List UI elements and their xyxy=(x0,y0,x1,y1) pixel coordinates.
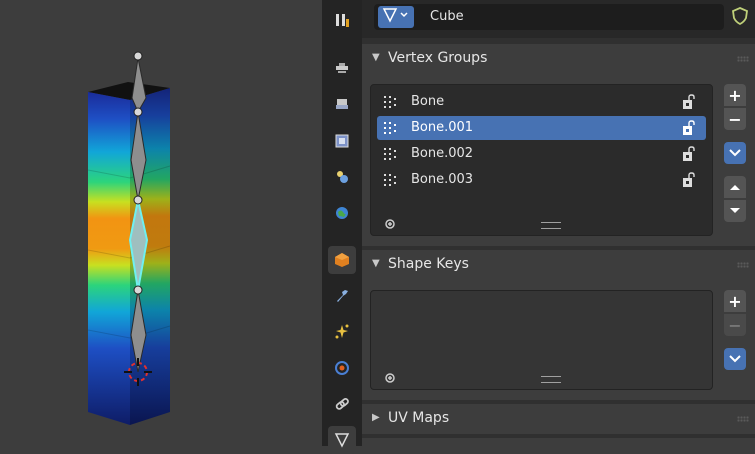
chevron-right-icon: ▶ xyxy=(372,412,380,423)
remove-vertex-group-button[interactable]: − xyxy=(724,108,746,130)
triangle-down-icon xyxy=(730,208,740,213)
add-shape-key-button[interactable]: + xyxy=(724,290,746,312)
minus-icon: − xyxy=(728,109,742,129)
unlock-icon[interactable] xyxy=(682,94,696,110)
uv-maps-panel-header[interactable]: ▶ UV Maps xyxy=(362,404,755,434)
add-vertex-group-button[interactable]: + xyxy=(724,84,746,106)
output-icon[interactable] xyxy=(328,90,356,118)
vertex-groups-panel-header[interactable]: ▼ Vertex Groups xyxy=(362,44,755,74)
shape-keys-panel-header[interactable]: ▼ Shape Keys xyxy=(362,250,755,280)
scene-icon[interactable] xyxy=(328,163,356,191)
filter-options-icon[interactable] xyxy=(383,370,397,384)
list-item-label[interactable]: Bone.001 xyxy=(411,120,473,135)
next-panel-header[interactable] xyxy=(362,438,755,446)
panel-title: Vertex Groups xyxy=(388,50,488,66)
weight-paint-mesh xyxy=(87,51,171,425)
chevron-down-icon: ▼ xyxy=(372,258,380,269)
shape-keys-panel-body: + − xyxy=(362,280,755,400)
object-icon[interactable] xyxy=(328,246,356,274)
physics-icon[interactable] xyxy=(328,354,356,382)
unlock-icon[interactable] xyxy=(682,146,696,162)
list-item-label[interactable]: Bone.002 xyxy=(411,146,473,161)
tool-icon[interactable] xyxy=(328,6,356,34)
properties-header: Cube xyxy=(362,0,755,38)
drag-handle-icon[interactable] xyxy=(737,262,749,268)
shape-key-list[interactable] xyxy=(370,290,713,390)
list-item[interactable]: Bone.002 xyxy=(377,142,706,166)
vertex-group-list[interactable]: Bone Bone.001 Bone.002 Bone.003 xyxy=(370,84,713,236)
unlock-icon[interactable] xyxy=(682,172,696,188)
properties-tab-bar xyxy=(322,0,363,454)
mesh-data-icon[interactable] xyxy=(328,426,356,454)
3d-viewport[interactable] xyxy=(0,0,322,446)
constraints-icon[interactable] xyxy=(328,390,356,418)
resize-grip-icon[interactable] xyxy=(541,376,561,383)
chevron-down-icon xyxy=(729,149,741,157)
triangle-up-icon xyxy=(730,185,740,190)
remove-shape-key-button[interactable]: − xyxy=(724,314,746,336)
mesh-data-icon[interactable] xyxy=(378,6,414,28)
vertex-group-icon xyxy=(382,94,398,110)
plus-icon: + xyxy=(728,291,742,311)
particles-icon[interactable] xyxy=(328,318,356,346)
list-item-label[interactable]: Bone.003 xyxy=(411,172,473,187)
datablock-selector[interactable]: Cube xyxy=(374,4,724,30)
properties-editor: Cube ▼ Vertex Groups Bone Bone.001 Bone. xyxy=(362,0,755,446)
vertex-groups-panel-body: Bone Bone.001 Bone.002 Bone.003 + − xyxy=(362,74,755,246)
unlock-icon[interactable] xyxy=(682,120,696,136)
render-icon[interactable] xyxy=(328,54,356,82)
panel-title: UV Maps xyxy=(388,410,450,426)
list-item-selected[interactable]: Bone.001 xyxy=(377,116,706,140)
panel-title: Shape Keys xyxy=(388,256,469,272)
drag-handle-icon[interactable] xyxy=(737,56,749,62)
chevron-down-icon xyxy=(729,355,741,363)
minus-icon: − xyxy=(728,315,742,335)
modifier-icon[interactable] xyxy=(328,282,356,310)
datablock-name[interactable]: Cube xyxy=(430,9,464,24)
list-item-label[interactable]: Bone xyxy=(411,94,444,109)
view-layer-icon[interactable] xyxy=(328,127,356,155)
resize-grip-icon[interactable] xyxy=(541,222,561,229)
vertex-group-specials-button[interactable] xyxy=(724,142,746,164)
vertex-group-icon xyxy=(382,120,398,136)
vertex-group-icon xyxy=(382,146,398,162)
plus-icon: + xyxy=(728,85,742,105)
vertex-group-icon xyxy=(382,172,398,188)
filter-options-icon[interactable] xyxy=(383,216,397,230)
shape-key-specials-button[interactable] xyxy=(724,348,746,370)
list-item[interactable]: Bone xyxy=(377,90,706,114)
list-item[interactable]: Bone.003 xyxy=(377,168,706,192)
move-down-button[interactable] xyxy=(724,200,746,222)
world-icon[interactable] xyxy=(328,199,356,227)
shield-icon[interactable] xyxy=(730,6,750,26)
move-up-button[interactable] xyxy=(724,176,746,198)
drag-handle-icon[interactable] xyxy=(737,416,749,422)
chevron-down-icon: ▼ xyxy=(372,52,380,63)
